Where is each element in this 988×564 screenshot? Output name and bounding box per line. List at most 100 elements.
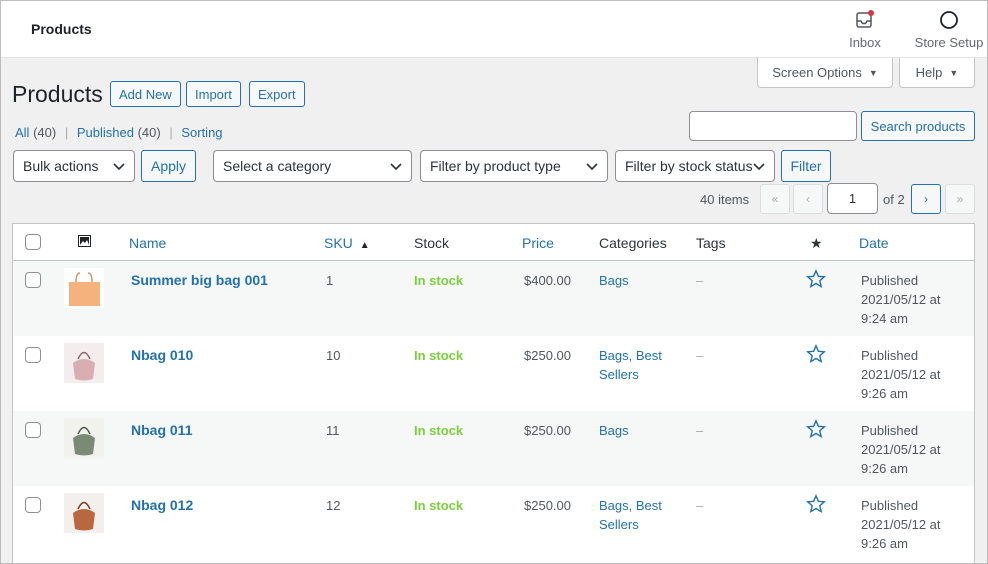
sku-cell: 10: [326, 348, 341, 363]
date-cell: Published 2021/05/12 at 9:26 am: [861, 498, 941, 551]
categories-link[interactable]: Bags, Best Sellers: [599, 346, 669, 384]
row-checkbox[interactable]: [25, 497, 41, 513]
chevron-down-icon: [113, 163, 125, 171]
product-name-link[interactable]: Summer big bag 001: [131, 271, 268, 290]
inbox-label: Inbox: [849, 35, 881, 50]
app-frame: Products Inbox Store Setup Screen Option…: [0, 0, 988, 564]
category-select[interactable]: Select a category: [213, 150, 412, 182]
tags-cell: –: [696, 423, 704, 438]
featured-star-icon[interactable]: [806, 494, 826, 514]
filter-button[interactable]: Filter: [781, 150, 831, 182]
inbox-icon: [856, 10, 874, 28]
tags-cell: –: [696, 273, 704, 288]
product-thumbnail[interactable]: [64, 343, 104, 383]
search-input[interactable]: [689, 111, 857, 141]
product-type-value: Filter by product type: [430, 158, 561, 174]
view-published-link[interactable]: Published: [77, 125, 134, 140]
row-checkbox[interactable]: [25, 272, 41, 288]
date-cell: Published 2021/05/12 at 9:26 am: [861, 348, 941, 401]
sku-cell: 12: [326, 498, 341, 513]
caret-down-icon: ▼: [949, 67, 959, 78]
select-all-checkbox[interactable]: [25, 234, 41, 250]
page-title: Products: [12, 81, 103, 107]
sku-cell: 1: [326, 273, 334, 288]
inbox-button[interactable]: Inbox: [843, 9, 887, 50]
apply-button[interactable]: Apply: [141, 150, 196, 182]
screen-options-button[interactable]: Screen Options ▼: [757, 58, 893, 88]
store-setup-label: Store Setup: [914, 35, 984, 50]
product-thumbnail[interactable]: [64, 493, 104, 533]
product-thumbnail[interactable]: [64, 268, 104, 308]
notification-dot: [868, 10, 874, 16]
date-cell: Published 2021/05/12 at 9:24 am: [861, 273, 941, 326]
bulk-actions-select[interactable]: Bulk actions: [13, 150, 135, 182]
header-title: Products: [31, 21, 92, 37]
current-page-input[interactable]: 1: [827, 183, 878, 214]
chevron-down-icon: [586, 163, 598, 171]
column-date[interactable]: Date: [859, 235, 889, 251]
table-row: Nbag 010 10 In stock $250.00 Bags, Best …: [13, 336, 974, 411]
categories-link[interactable]: Bags, Best Sellers: [599, 496, 669, 534]
table-row: Nbag 012 12 In stock $250.00 Bags, Best …: [13, 486, 974, 561]
featured-star-icon[interactable]: [806, 344, 826, 364]
first-page-button[interactable]: «: [760, 184, 790, 214]
price-cell: $250.00: [524, 348, 571, 363]
status-views: All (40) | Published (40) | Sorting: [15, 125, 223, 140]
stock-status: In stock: [414, 273, 464, 288]
column-name[interactable]: Name: [129, 235, 166, 251]
chevron-down-icon: [390, 163, 402, 171]
prev-page-button[interactable]: ‹: [793, 184, 823, 214]
column-categories: Categories: [599, 235, 667, 251]
import-button[interactable]: Import: [186, 81, 241, 107]
view-sorting-link[interactable]: Sorting: [181, 125, 222, 140]
column-stock: Stock: [414, 235, 450, 251]
next-page-button[interactable]: ›: [911, 184, 941, 214]
price-cell: $250.00: [524, 498, 571, 513]
category-value: Select a category: [223, 158, 332, 174]
row-checkbox[interactable]: [25, 347, 41, 363]
sort-ascending-icon: ▲: [359, 240, 370, 251]
image-icon: [78, 235, 91, 247]
table-row: Summer big bag 001 1 In stock $400.00 Ba…: [13, 261, 974, 336]
stock-status-value: Filter by stock status: [625, 158, 753, 174]
view-all-link[interactable]: All: [15, 125, 29, 140]
date-cell: Published 2021/05/12 at 9:26 am: [861, 423, 941, 476]
product-name-link[interactable]: Nbag 010: [131, 346, 193, 365]
stock-status: In stock: [414, 348, 464, 363]
products-table: Name SKU ▲ Stock Price Categories Tags ★…: [12, 223, 975, 563]
product-name-link[interactable]: Nbag 011: [131, 421, 192, 440]
tags-cell: –: [696, 348, 704, 363]
product-thumbnail[interactable]: [64, 418, 104, 458]
bulk-actions-value: Bulk actions: [23, 158, 99, 174]
categories-link[interactable]: Bags: [599, 421, 669, 440]
product-name-link[interactable]: Nbag 012: [131, 496, 193, 515]
price-cell: $400.00: [524, 273, 571, 288]
export-button[interactable]: Export: [249, 81, 305, 107]
price-cell: $250.00: [524, 423, 571, 438]
column-price[interactable]: Price: [522, 235, 554, 251]
store-setup-button[interactable]: Store Setup: [911, 9, 987, 50]
column-tags: Tags: [696, 235, 726, 251]
progress-ring-icon: [940, 11, 958, 29]
row-checkbox[interactable]: [25, 422, 41, 438]
featured-star-icon[interactable]: [806, 419, 826, 439]
featured-star-icon[interactable]: [806, 269, 826, 289]
stock-status-select[interactable]: Filter by stock status: [615, 150, 775, 182]
chevron-down-icon: [753, 163, 765, 171]
total-pages-label: of 2: [883, 192, 905, 207]
items-count: 40 items: [700, 192, 750, 207]
search-products-button[interactable]: Search products: [861, 111, 975, 141]
last-page-button[interactable]: »: [945, 184, 975, 214]
tags-cell: –: [696, 498, 704, 513]
add-new-button[interactable]: Add New: [110, 81, 181, 107]
column-sku[interactable]: SKU ▲: [324, 235, 370, 251]
view-all-count: (40): [33, 125, 57, 140]
view-published-count: (40): [137, 125, 161, 140]
stock-status: In stock: [414, 423, 464, 438]
featured-star-icon[interactable]: ★: [810, 235, 823, 252]
product-type-select[interactable]: Filter by product type: [420, 150, 608, 182]
stock-status: In stock: [414, 498, 464, 513]
categories-link[interactable]: Bags: [599, 271, 669, 290]
sku-cell: 11: [326, 423, 340, 438]
help-button[interactable]: Help ▼: [899, 58, 975, 88]
